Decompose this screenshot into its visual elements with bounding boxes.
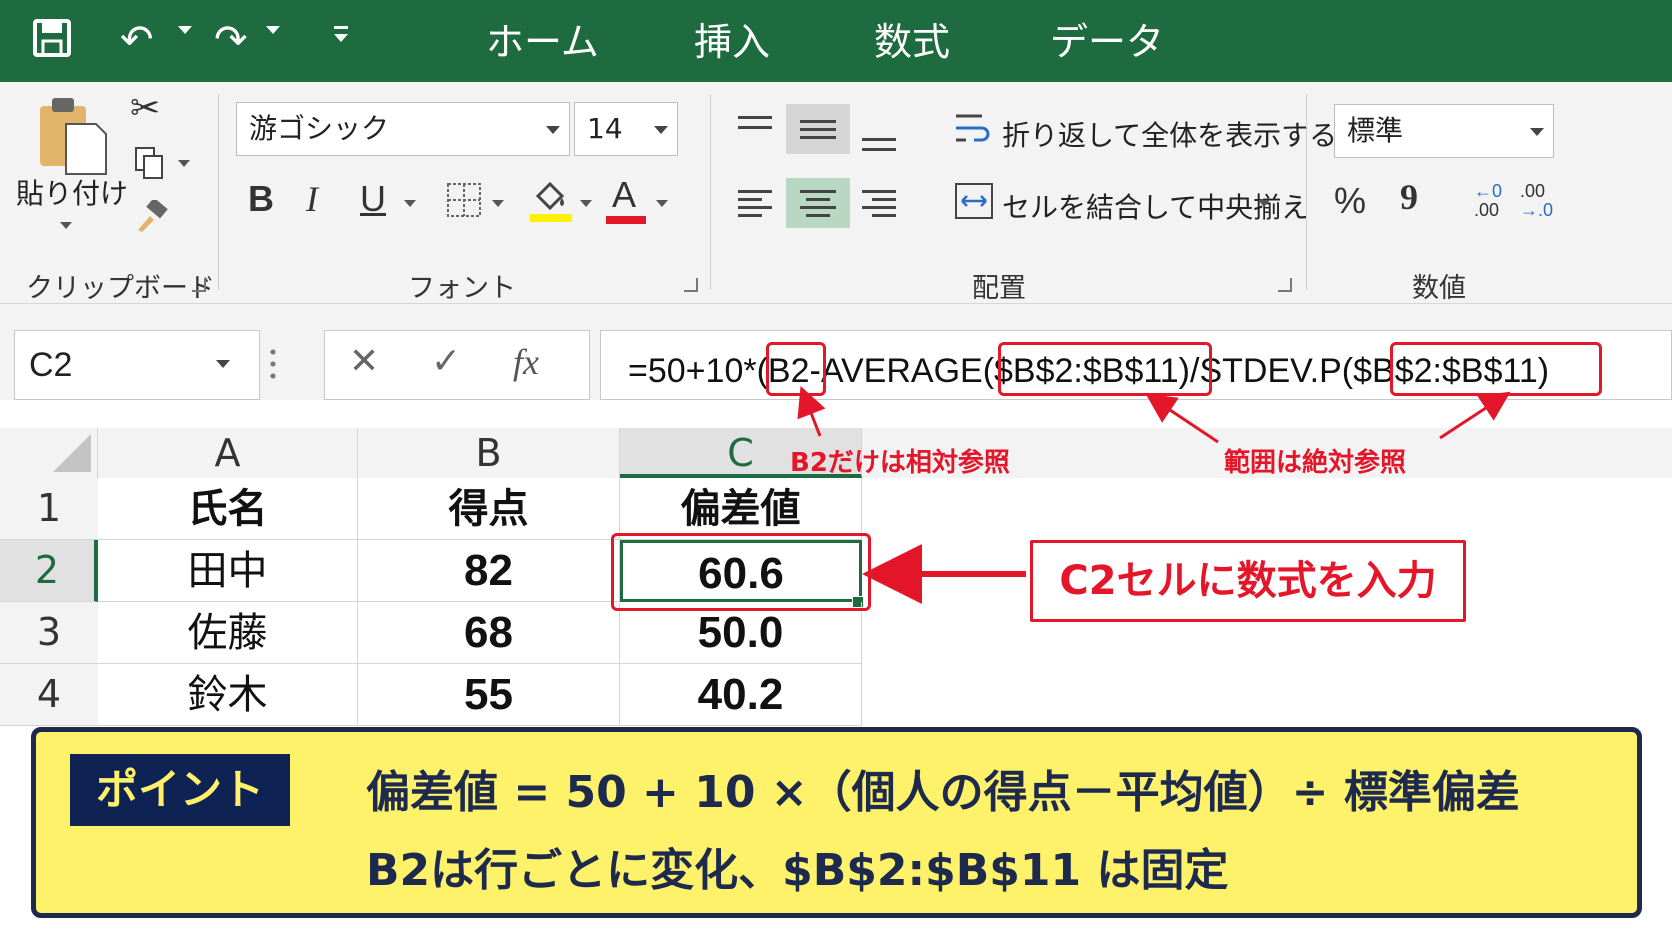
callout-text: C2セルに数式を入力	[1059, 558, 1437, 604]
annotation-absolute-ref: 範囲は絶対参照	[1224, 448, 1407, 478]
arrow-relative	[797, 386, 826, 437]
callout-box: C2セルに数式を入力	[1030, 540, 1466, 622]
arrow-absolute-2	[1439, 391, 1511, 440]
point-note-line: B2は行ごとに変化、$B$2:$B$11 は固定	[366, 845, 1229, 896]
point-box: ポイント 偏差値 = 50 + 10 ×（個人の得点－平均値）÷ 標準偏差 B2…	[31, 727, 1642, 918]
point-formula-line: 偏差値 = 50 + 10 ×（個人の得点－平均値）÷ 標準偏差	[366, 767, 1520, 818]
point-badge: ポイント	[70, 754, 290, 826]
annotation-relative-ref: B2だけは相対参照	[790, 448, 1010, 478]
highlight-cell-c2	[611, 533, 871, 611]
arrow-absolute-1	[1145, 393, 1219, 444]
